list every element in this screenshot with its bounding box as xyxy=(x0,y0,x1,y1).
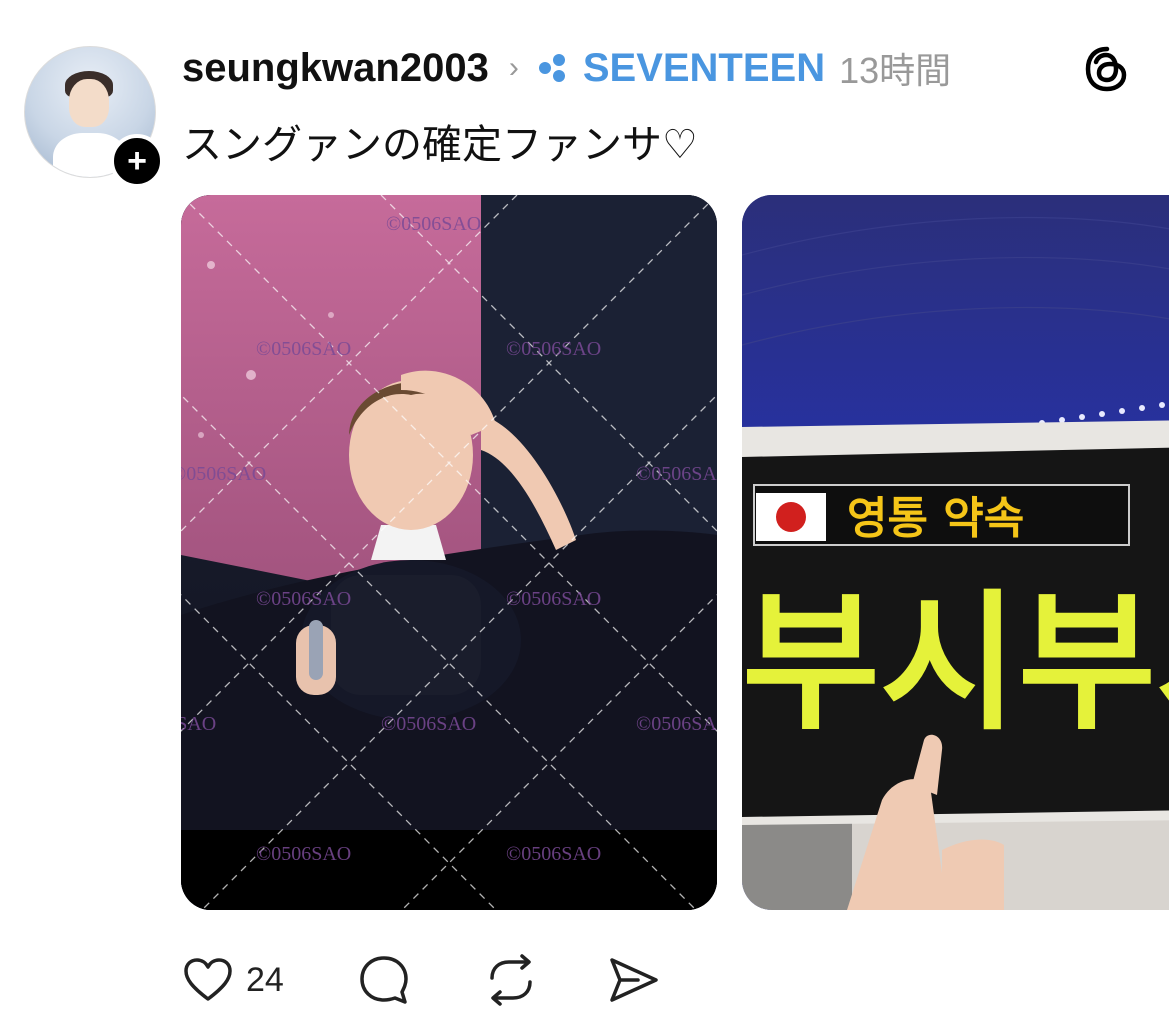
threads-icon[interactable] xyxy=(1082,44,1132,94)
heart-icon xyxy=(184,958,232,1001)
community-name[interactable]: SEVENTEEN xyxy=(583,46,825,91)
watermark-text: ©0506SAO xyxy=(636,713,717,735)
share-button[interactable] xyxy=(608,955,660,1005)
watermark-text: ©0506SAO xyxy=(181,713,216,735)
plus-icon: + xyxy=(127,142,147,180)
repost-button[interactable] xyxy=(484,954,538,1006)
comment-icon xyxy=(360,956,408,1004)
watermark-text: ©0506SAO xyxy=(506,338,601,360)
chevron-right-icon: › xyxy=(508,51,519,84)
share-icon xyxy=(610,958,658,1002)
like-count: 24 xyxy=(246,960,284,999)
like-button[interactable]: 24 xyxy=(182,956,284,1004)
watermark-text: ©0506SAO xyxy=(636,463,717,485)
watermark-text: ©0506SAO xyxy=(506,588,601,610)
watermark-text: ©0506SAO xyxy=(381,713,476,735)
concert-photo: ©0506SAO ©0506SAO ©0506SAO ©0506SAO ©050… xyxy=(181,195,717,910)
post-image-1[interactable]: ©0506SAO ©0506SAO ©0506SAO ©0506SAO ©050… xyxy=(181,195,717,910)
watermark-text: ©0506SAO xyxy=(181,463,266,485)
avatar-face xyxy=(69,79,109,127)
post-time: 13時間 xyxy=(839,50,952,91)
banner-main-text: 부시부시 xyxy=(742,577,1169,751)
community-icon[interactable] xyxy=(537,51,571,85)
post-header: seungkwan2003 › SEVENTEEN 13時間 xyxy=(182,40,951,96)
watermark-text: ©0506SAO xyxy=(256,588,351,610)
username[interactable]: seungkwan2003 xyxy=(182,46,489,91)
watermark-text: ©0506SAO xyxy=(256,843,351,865)
watermark-text: ©0506SAO xyxy=(506,843,601,865)
banner-photo: 영통 약속 부시부시 xyxy=(742,195,1169,910)
comment-button[interactable] xyxy=(358,954,410,1006)
post-actions: 24 xyxy=(182,948,660,1012)
post-text: スングァンの確定ファンサ♡ xyxy=(182,123,698,167)
banner-top-text: 영통 약속 xyxy=(847,493,1024,544)
watermark-text: ©0506SAO xyxy=(386,213,481,235)
post-image-2[interactable]: 영통 약속 부시부시 xyxy=(742,195,1169,910)
repost-icon xyxy=(490,954,532,1006)
watermark-text: ©0506SAO xyxy=(256,338,351,360)
follow-button[interactable]: + xyxy=(110,134,164,188)
